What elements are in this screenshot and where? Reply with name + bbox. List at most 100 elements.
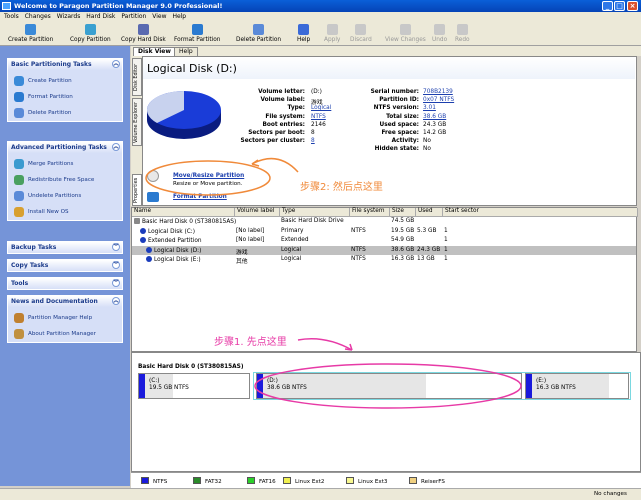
property-value[interactable]: Logical — [311, 105, 331, 111]
help-button[interactable]: Help — [297, 24, 310, 43]
tab-properties[interactable]: Properties — [132, 174, 142, 206]
tab-disk-view[interactable]: Disk View — [133, 47, 176, 56]
partition-block-c[interactable]: (C:) 19.5 GB NTFS — [138, 373, 250, 399]
cell-size: 19.5 GB — [391, 227, 415, 234]
property-label: Hidden state: — [374, 146, 419, 153]
collapse-icon[interactable]: ︽ — [112, 143, 120, 151]
format-partition-icon — [147, 192, 159, 202]
move-resize-icon — [147, 170, 159, 182]
menu-view[interactable]: View — [152, 13, 166, 20]
menu-help[interactable]: Help — [172, 13, 186, 20]
apply-icon — [326, 24, 338, 35]
col-used[interactable]: Used — [416, 208, 443, 217]
disk-title: Logical Disk (D:) — [147, 62, 237, 75]
view-changes-button[interactable]: View Changes — [385, 24, 426, 43]
table-row[interactable]: Logical Disk (C:) [No label] Primary NTFS 19… — [132, 227, 636, 236]
legend-linux-ext2: Linux Ext2 — [283, 477, 324, 485]
table-row[interactable]: Logical Disk (E:) 其他 Logical NTFS 16.3 GB 13 … — [132, 255, 636, 265]
cell-start: 1 — [444, 237, 448, 244]
table-row[interactable]: Logical Disk (D:) 游戏 Logical NTFS 38.6 GB 24.… — [132, 245, 636, 256]
menu-tools[interactable]: Tools — [4, 13, 19, 20]
expand-icon[interactable]: ︾ — [112, 243, 120, 251]
property-label: Activity: — [391, 138, 419, 145]
discard-button[interactable]: Discard — [350, 24, 372, 43]
expand-icon[interactable]: ︾ — [112, 279, 120, 287]
property-value[interactable]: 708B2139 — [423, 89, 453, 95]
property-value: 24.3 GB — [423, 121, 447, 128]
copy-tasks-header[interactable]: Copy Tasks ︾ — [8, 260, 122, 271]
tab-volume-explorer[interactable]: Volume Explorer — [132, 98, 142, 146]
property-value: No — [423, 146, 431, 153]
menu-partition[interactable]: Partition — [121, 13, 146, 20]
property-label: NTFS version: — [373, 105, 419, 112]
property-label: Serial number: — [370, 89, 419, 95]
task-format-partition[interactable]: Format Partition — [8, 89, 122, 105]
task-delete-partition[interactable]: Delete Partition — [8, 105, 122, 121]
property-label: Volume letter: — [258, 89, 305, 95]
task-about-partition-manager[interactable]: About Partition Manager — [8, 326, 122, 342]
copy-partition-button[interactable]: Copy Partition — [70, 24, 111, 43]
property-value[interactable]: NTFS — [311, 114, 326, 120]
format-partition-button[interactable]: Format Partition — [174, 24, 220, 43]
format-partition-icon — [191, 24, 203, 35]
tools-header[interactable]: Tools ︾ — [8, 278, 122, 289]
expand-icon[interactable]: ︾ — [112, 261, 120, 269]
property-label: Used space: — [379, 121, 419, 128]
col-file-system[interactable]: File system — [350, 208, 390, 217]
menu-wizards[interactable]: Wizards — [57, 13, 81, 20]
table-row[interactable]: Basic Hard Disk 0 (ST380815AS) Basic Hard… — [132, 217, 636, 226]
table-row[interactable]: Extended Partition [No label] Extended 54.9… — [132, 236, 636, 245]
legend-fat16: FAT16 — [247, 477, 276, 485]
tab-help[interactable]: Help — [174, 47, 198, 56]
legend-swatch — [346, 477, 354, 484]
redo-button[interactable]: Redo — [455, 24, 470, 43]
property-value[interactable]: 3.01 — [423, 105, 436, 111]
property-value: No — [423, 138, 431, 145]
property-value[interactable]: 8 — [311, 138, 315, 144]
disk-map-title: Basic Hard Disk 0 (ST380815AS) — [138, 364, 244, 370]
close-button[interactable]: × — [627, 1, 638, 11]
backup-tasks-header[interactable]: Backup Tasks ︾ — [8, 242, 122, 253]
col-type[interactable]: Type — [280, 208, 350, 217]
undo-button[interactable]: Undo — [432, 24, 447, 43]
hard-disk-icon — [134, 218, 140, 224]
property-label: Total size: — [386, 113, 419, 120]
cell-size: 74.5 GB — [391, 218, 415, 224]
task-redistribute-free-space[interactable]: Redistribute Free Space — [8, 172, 122, 188]
advanced-tasks-header[interactable]: Advanced Partitioning Tasks ︽ — [8, 142, 122, 153]
task-create-partition[interactable]: Create Partition — [8, 73, 122, 89]
copy-hard-disk-button[interactable]: Copy Hard Disk — [121, 24, 166, 43]
cell-type: Basic Hard Disk Drive — [281, 218, 344, 224]
minimize-button[interactable]: _ — [602, 1, 613, 11]
partition-icon — [146, 246, 152, 253]
col-name[interactable]: Name — [132, 208, 235, 217]
col-volume-label[interactable]: Volume label — [235, 208, 280, 217]
partition-block-e[interactable]: (E:) 16.3 GB NTFS — [525, 373, 629, 399]
apply-button[interactable]: Apply — [324, 24, 340, 43]
menu-changes[interactable]: Changes — [25, 13, 51, 20]
property-value[interactable]: 0x07 NTFS — [423, 97, 454, 103]
create-partition-button[interactable]: Create Partition — [8, 24, 53, 43]
maximize-button[interactable]: □ — [614, 1, 625, 11]
collapse-icon[interactable]: ︽ — [112, 297, 120, 305]
col-start-sector[interactable]: Start sector — [443, 208, 638, 217]
partition-icon — [140, 237, 146, 244]
tab-disk-editor[interactable]: Disk Editor — [132, 58, 142, 96]
task-partition-manager-help[interactable]: Partition Manager Help — [8, 310, 122, 326]
partition-block-d[interactable]: (D:) 38.6 GB NTFS — [256, 373, 522, 399]
collapse-icon[interactable]: ︽ — [112, 60, 120, 68]
delete-partition-button[interactable]: Delete Partition — [236, 24, 281, 43]
task-merge-partitions[interactable]: Merge Partitions — [8, 156, 122, 172]
legend-swatch — [193, 477, 201, 484]
col-size[interactable]: Size — [390, 208, 416, 217]
task-install-new-os[interactable]: Install New OS — [8, 204, 122, 220]
property-label: Type: — [287, 105, 305, 112]
cell-fs: NTFS — [351, 227, 366, 234]
legend-linux-ext3: Linux Ext3 — [346, 477, 387, 485]
property-label: Sectors per cluster: — [240, 138, 305, 145]
task-undelete-partitions[interactable]: Undelete Partitions — [8, 188, 122, 204]
news-header[interactable]: News and Documentation ︽ — [8, 296, 122, 307]
property-value[interactable]: 38.6 GB — [423, 114, 446, 120]
basic-tasks-header[interactable]: Basic Partitioning Tasks ︽ — [8, 59, 122, 70]
menu-hard-disk[interactable]: Hard Disk — [86, 13, 115, 20]
